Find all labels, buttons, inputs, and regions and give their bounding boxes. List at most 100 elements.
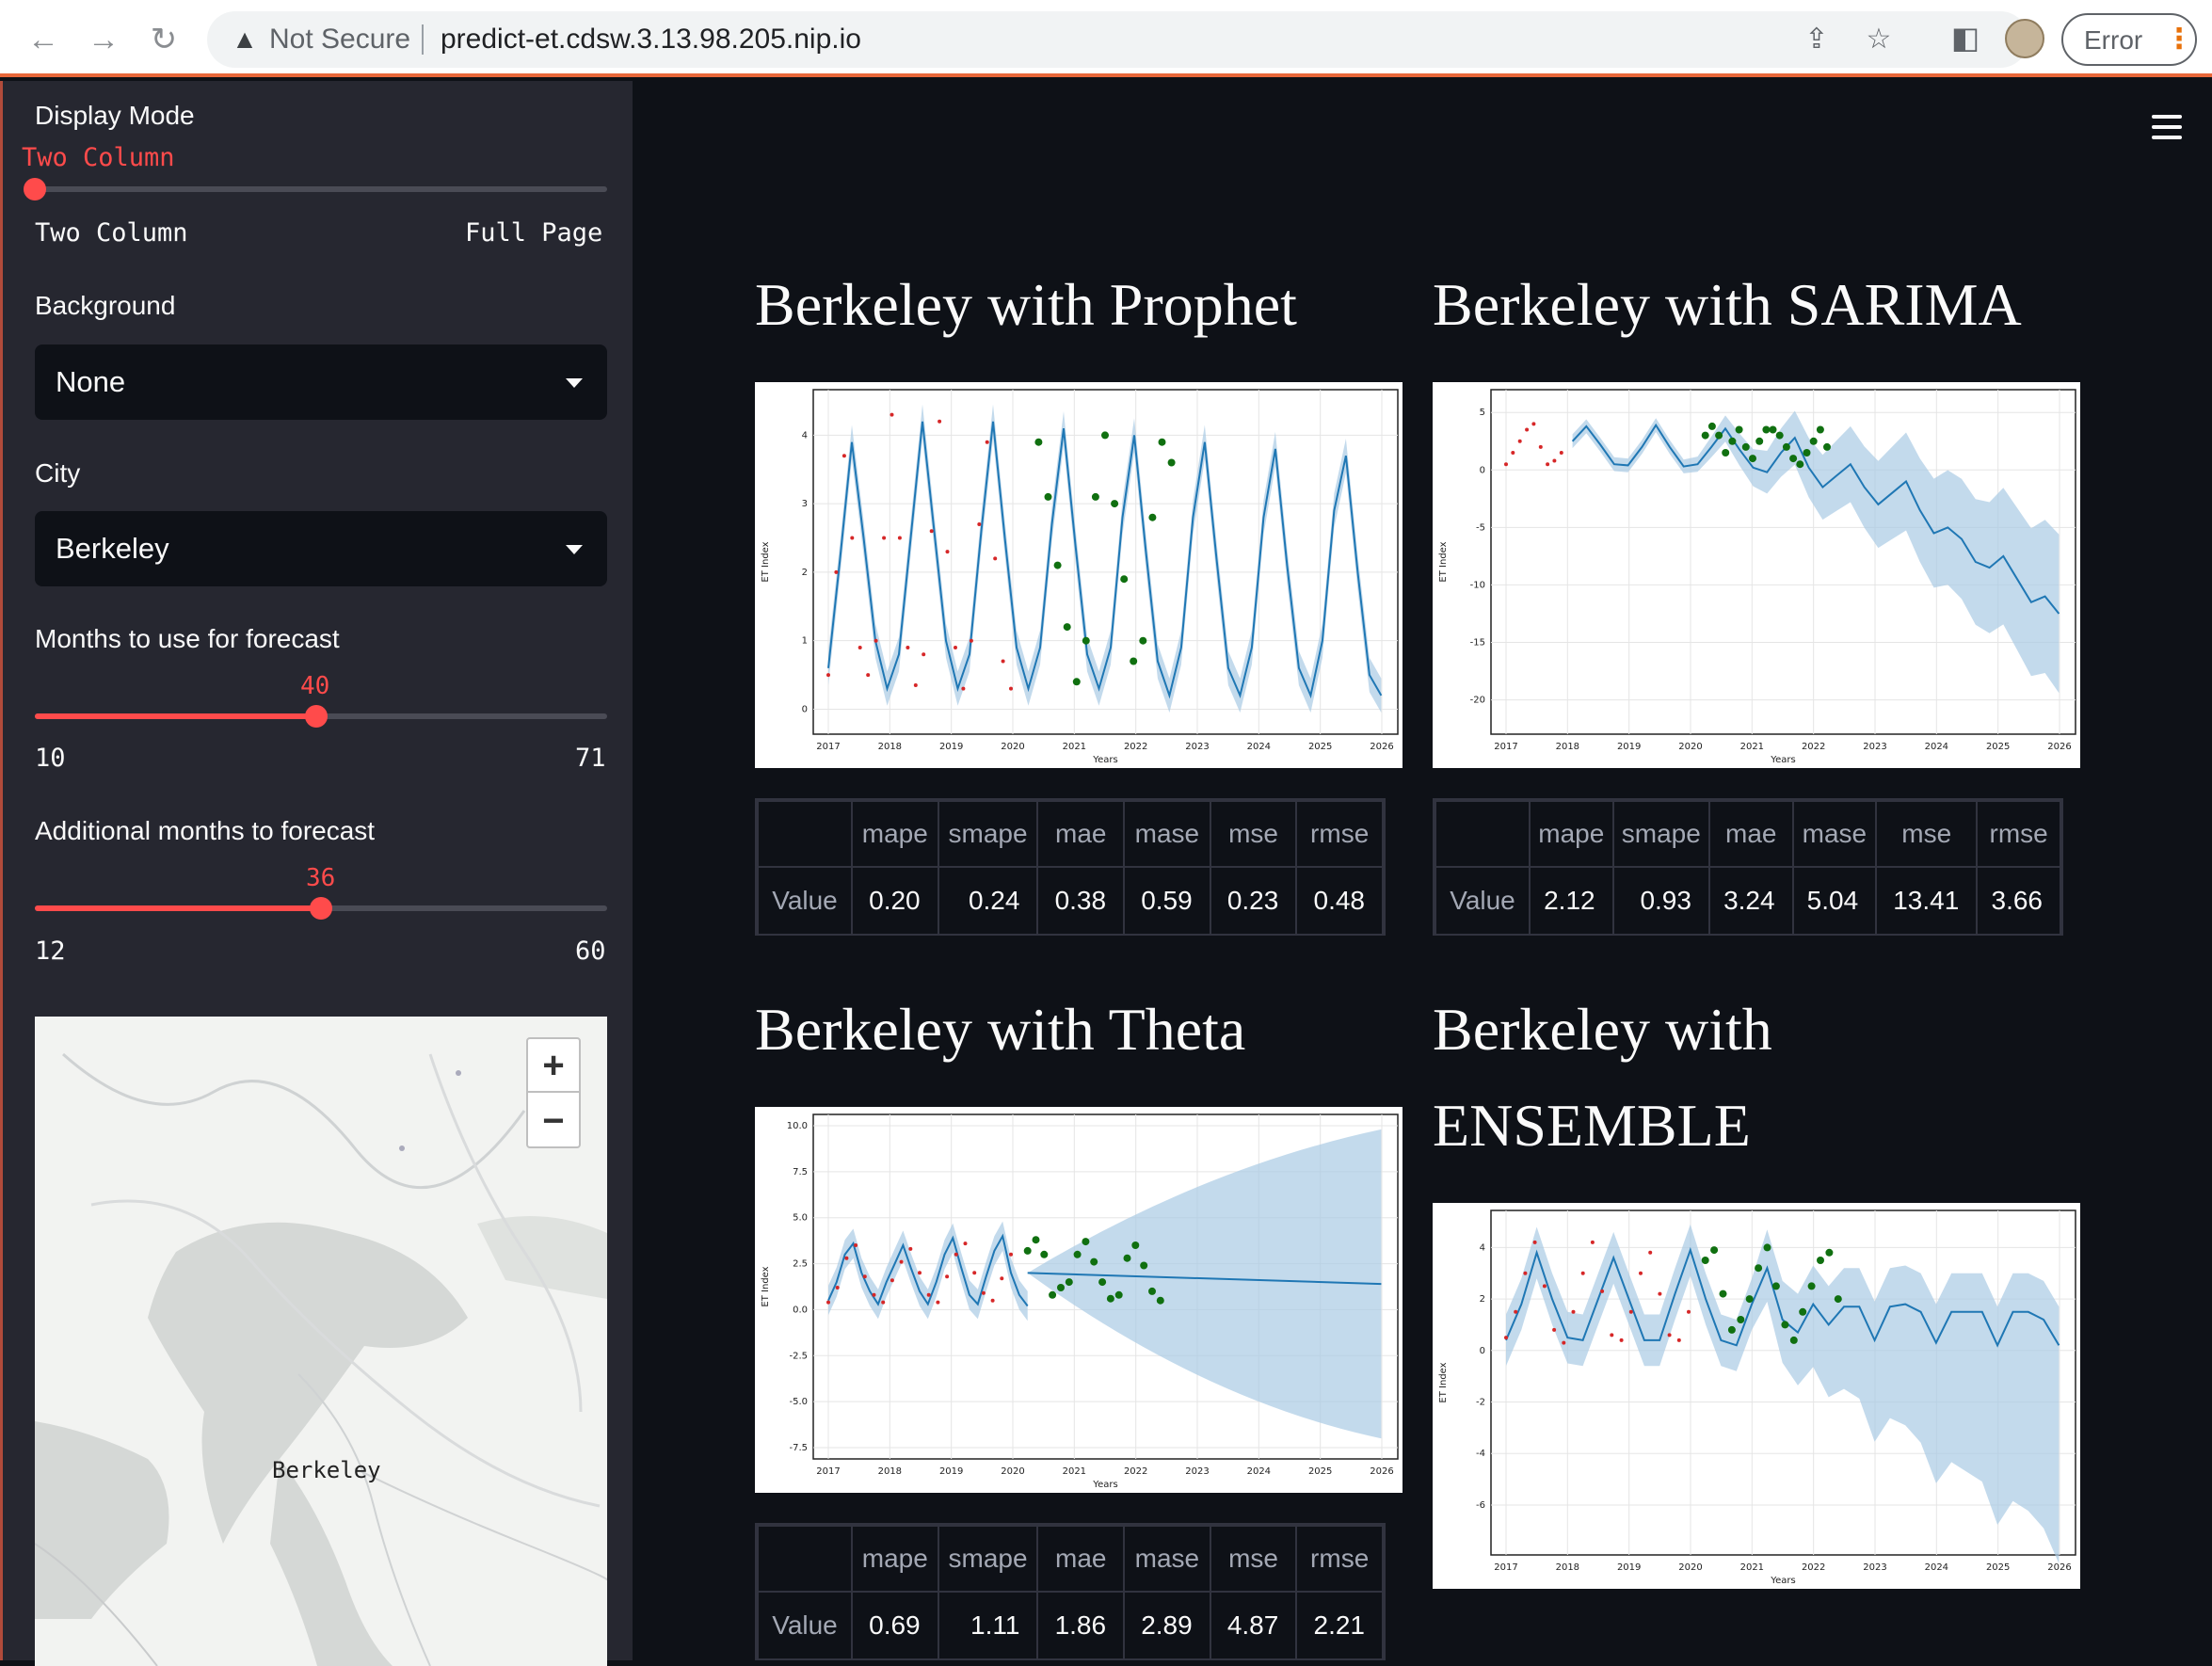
metric-mae: 3.24 — [1707, 866, 1794, 936]
train-point — [844, 1256, 849, 1260]
x-tick-label: 2022 — [1124, 1466, 1147, 1477]
sarima-chart: 2017 2018 2019 2020 2021 2022 2023 2024 2025 2026… — [1433, 382, 2080, 768]
test-point — [1098, 1278, 1107, 1287]
train-point — [990, 1298, 995, 1303]
metrics-header-mape: mape — [851, 1525, 939, 1593]
test-point — [1701, 1257, 1709, 1264]
panel-title-prophet: Berkeley with Prophet — [755, 271, 1297, 338]
forward-arrow-icon[interactable]: → — [81, 17, 126, 62]
test-point — [1073, 1250, 1082, 1258]
y-tick-label: 5.0 — [793, 1213, 808, 1224]
url-text[interactable]: predict-et.cdsw.3.13.98.205.nip.io — [441, 21, 861, 58]
y-tick-label: 2 — [1480, 1294, 1485, 1305]
train-point — [882, 536, 887, 540]
train-point — [890, 412, 894, 417]
train-point — [835, 1286, 840, 1290]
test-point — [1755, 437, 1764, 445]
x-tick-label: 2023 — [1863, 742, 1886, 752]
panel-title-ensemble-line1: Berkeley with — [1433, 996, 1772, 1063]
months-forecast-label: Months to use for forecast — [35, 624, 340, 653]
train-point — [1542, 1284, 1547, 1289]
x-tick-label: 2020 — [1001, 742, 1024, 752]
y-tick-label: 5 — [1480, 408, 1485, 418]
metrics-header-smape: smape — [937, 800, 1039, 868]
test-point — [1063, 623, 1071, 632]
metric-rmse: 0.48 — [1295, 866, 1384, 936]
train-point — [918, 1271, 922, 1275]
metric-mse: 0.23 — [1209, 866, 1298, 936]
star-icon[interactable]: ☆ — [1862, 23, 1896, 56]
sarima-metrics-table: mape smape mae mase mse rmse Value 2.12 … — [1433, 798, 2063, 936]
test-point — [1167, 458, 1176, 467]
metrics-header-mase: mase — [1791, 800, 1878, 868]
train-point — [1504, 1336, 1508, 1340]
prophet-chart-svg: 2017 2018 2019 2020 2021 2022 2023 2024 2025 2026… — [761, 389, 1399, 765]
train-point — [908, 1246, 913, 1251]
display-mode-slider-track[interactable] — [35, 186, 607, 192]
display-mode-slider-thumb[interactable] — [24, 178, 46, 200]
x-tick-label: 2023 — [1185, 1466, 1209, 1477]
background-select[interactable]: None — [35, 344, 607, 420]
profile-avatar[interactable] — [2005, 19, 2044, 58]
test-point — [1771, 1282, 1780, 1290]
test-point — [1769, 425, 1777, 434]
train-point — [954, 1252, 958, 1257]
train-point — [1667, 1333, 1672, 1338]
hamburger-menu-icon[interactable] — [2152, 115, 2182, 139]
x-tick-label: 2019 — [939, 1466, 963, 1477]
test-point — [1140, 1261, 1148, 1270]
test-point — [1114, 1290, 1123, 1299]
x-tick-label: 2021 — [1063, 1466, 1086, 1477]
prophet-metrics-table: mape smape mae mase mse rmse Value 0.20 … — [755, 798, 1386, 936]
table-row: Value 0.69 1.11 1.86 2.89 4.87 2.21 — [757, 1591, 1384, 1660]
train-point — [1514, 1309, 1518, 1314]
x-tick-label: 2022 — [1802, 1562, 1825, 1573]
x-tick-label: 2023 — [1185, 742, 1209, 752]
background-select-value: None — [56, 365, 126, 398]
test-point — [1053, 561, 1062, 569]
y-tick-label: 0.0 — [793, 1305, 808, 1315]
display-mode-value: Two Column — [22, 143, 175, 172]
city-select[interactable]: Berkeley — [35, 511, 607, 586]
test-point — [1789, 1336, 1798, 1344]
y-axis-label: ET Index — [1438, 1362, 1449, 1402]
train-point — [1600, 1289, 1605, 1293]
sidebar: Display Mode Two Column Two Column Full … — [0, 81, 633, 1666]
metric-mae: 1.86 — [1036, 1591, 1126, 1660]
test-point — [1719, 1290, 1727, 1298]
test-point — [1049, 1290, 1057, 1299]
side-panel-icon[interactable]: ◧ — [1947, 19, 1984, 56]
y-tick-label: 3 — [802, 499, 808, 509]
metrics-header-smape: smape — [937, 1525, 1039, 1593]
additional-months-slider-thumb[interactable] — [310, 897, 332, 920]
metrics-header-row: mape smape mae mase mse rmse — [1435, 800, 2061, 868]
x-tick-label: 2022 — [1802, 742, 1825, 752]
train-point — [1571, 1309, 1576, 1314]
train-point — [897, 536, 902, 540]
test-point — [1823, 442, 1831, 451]
share-icon[interactable]: ⇪ — [1800, 23, 1834, 56]
panel-title-ensemble-line2: ENSEMBLE — [1433, 1092, 1751, 1159]
test-point — [1131, 1241, 1140, 1249]
zoom-out-button[interactable]: − — [528, 1095, 579, 1148]
zoom-in-button[interactable]: + — [528, 1039, 579, 1093]
y-tick-label: 0 — [802, 704, 808, 714]
train-point — [945, 550, 950, 554]
x-tick-label: 2025 — [1308, 742, 1332, 752]
months-forecast-slider-thumb[interactable] — [305, 705, 328, 728]
city-map[interactable]: + − Berkeley — [35, 1017, 607, 1666]
train-point — [926, 1292, 931, 1297]
x-tick-label: 2018 — [878, 742, 902, 752]
x-tick-label: 2019 — [1617, 742, 1641, 752]
map-zoom-control: + − — [526, 1037, 581, 1148]
reload-icon[interactable]: ↻ — [141, 17, 186, 62]
x-tick-label: 2024 — [1247, 1466, 1271, 1477]
error-button[interactable]: Error ⋮ — [2061, 13, 2197, 66]
security-label: Not Secure — [269, 24, 411, 55]
train-point — [993, 556, 998, 561]
address-bar[interactable]: ▲ Not Secure predict-et.cdsw.3.13.98.205… — [207, 11, 2028, 68]
months-forecast-value: 40 — [300, 672, 330, 700]
back-arrow-icon[interactable]: ← — [21, 17, 66, 62]
test-point — [1156, 1296, 1164, 1305]
y-tick-label: 2 — [802, 568, 808, 578]
